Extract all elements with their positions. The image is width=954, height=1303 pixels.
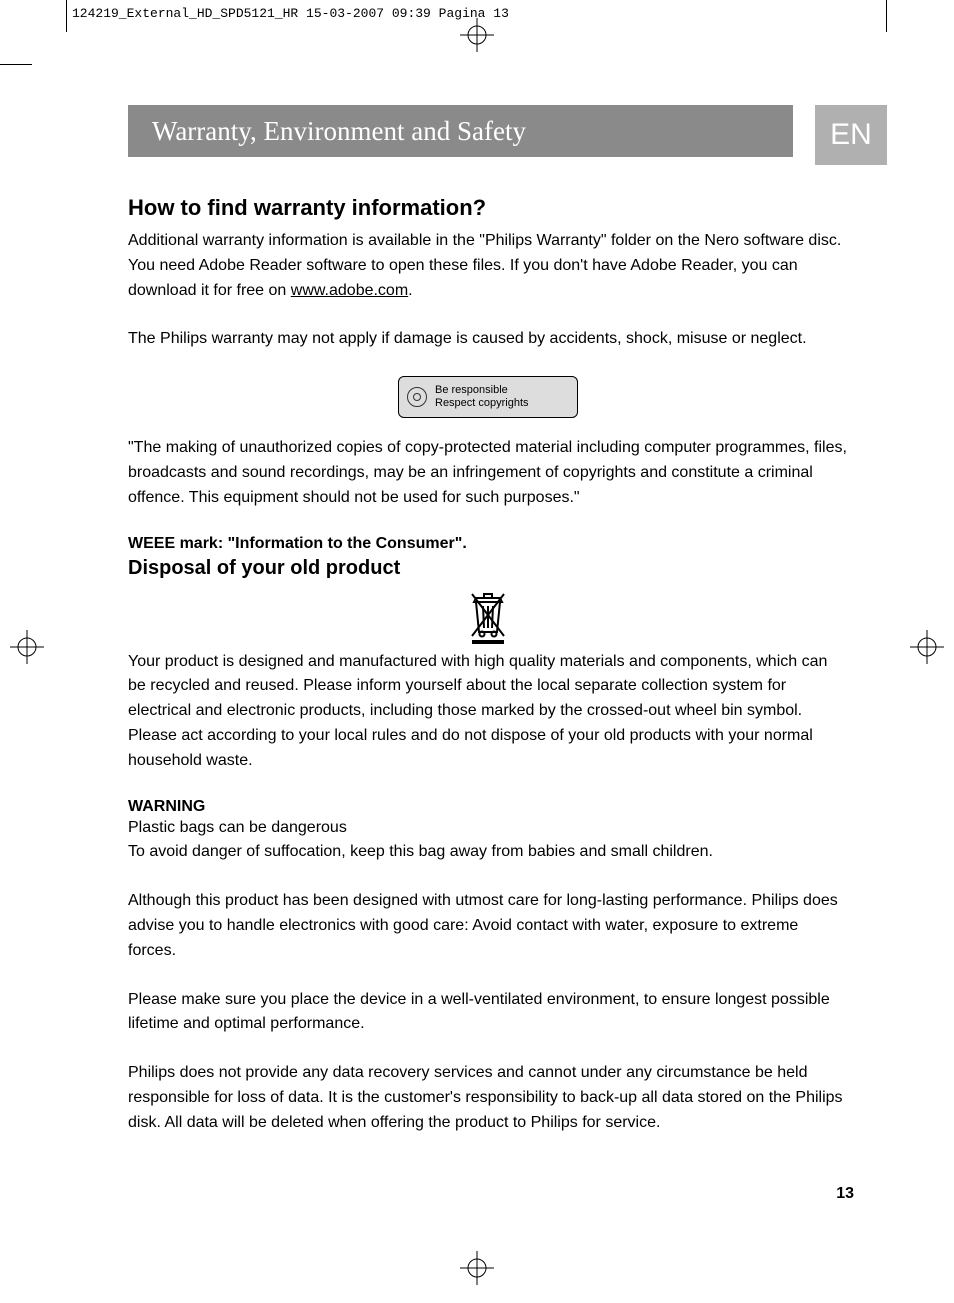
registration-mark-icon [460,1251,494,1285]
weee-bin-icon [466,588,510,644]
registration-mark-icon [10,630,44,664]
adobe-link[interactable]: www.adobe.com [291,282,408,299]
language-badge: EN [815,105,887,165]
crop-mark [66,0,67,32]
warranty-heading: How to find warranty information? [128,195,848,221]
section-title: Warranty, Environment and Safety [152,116,526,147]
weee-subheading: WEEE mark: "Information to the Consumer"… [128,535,848,553]
body-text: "The making of unauthorized copies of co… [128,436,848,510]
disc-icon [407,387,427,407]
body-text: Philips does not provide any data recove… [128,1061,848,1135]
disposal-heading: Disposal of your old product [128,557,848,580]
registration-mark-icon [460,18,494,52]
page-number: 13 [836,1185,854,1203]
copyright-text: Be responsible Respect copyrights [435,384,529,410]
body-text: The Philips warranty may not apply if da… [128,327,848,352]
print-slug: 124219_External_HD_SPD5121_HR 15-03-2007… [72,6,509,21]
body-text: Additional warranty information is avail… [128,229,848,254]
registration-mark-icon [910,630,944,664]
language-code: EN [830,118,872,152]
copyright-line2: Respect copyrights [435,397,529,409]
crop-mark [886,0,887,32]
body-text: Although this product has been designed … [128,889,848,963]
section-title-bar: Warranty, Environment and Safety [128,105,793,157]
crop-mark [0,64,32,65]
warning-heading: WARNING [128,798,848,816]
body-text: Plastic bags can be dangerous [128,816,848,841]
body-text: Please make sure you place the device in… [128,988,848,1038]
body-text: To avoid danger of suffocation, keep thi… [128,840,848,865]
copyright-line1: Be responsible [435,384,508,396]
body-text: Your product is designed and manufacture… [128,650,848,774]
copyright-callout: Be responsible Respect copyrights [398,376,578,418]
body-text: You need Adobe Reader software to open t… [128,257,798,299]
page-content: How to find warranty information? Additi… [128,195,848,1160]
body-text: You need Adobe Reader software to open t… [128,254,848,304]
body-text: . [408,282,412,299]
